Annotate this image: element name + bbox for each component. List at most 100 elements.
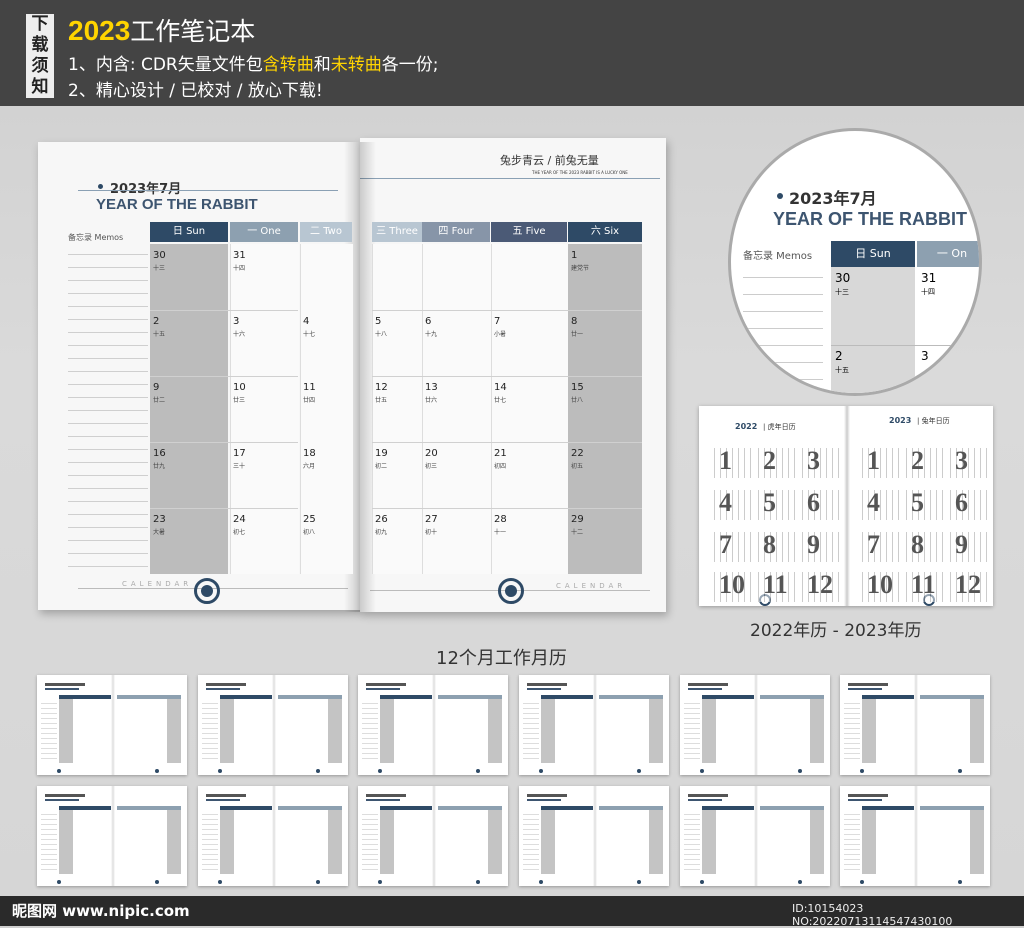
thumb-ring — [637, 880, 641, 884]
thumb-grey-column — [59, 810, 73, 874]
row-rule — [372, 376, 642, 377]
month-thumbnail[interactable] — [680, 786, 830, 886]
month-day-dots — [947, 448, 989, 478]
month-day-dots — [903, 532, 945, 562]
month-number: 11 — [763, 570, 788, 599]
day-number[interactable]: 13 — [425, 382, 438, 393]
day-number[interactable]: 19 — [375, 448, 388, 459]
month-day-dots — [711, 490, 753, 520]
banner-title-year: 2023 — [68, 15, 131, 46]
lunar-date: 十二 — [571, 529, 584, 536]
day-number[interactable]: 18 — [303, 448, 316, 459]
year-month-block: 10 — [711, 566, 753, 604]
lunar-date: 初三 — [425, 463, 438, 470]
zoom-memo-label: 备忘录 Memos — [743, 251, 813, 262]
banner-title-rest: 工作笔记本 — [130, 17, 256, 46]
month-thumbnail[interactable] — [198, 675, 348, 775]
month-number: 3 — [807, 446, 820, 475]
day-number[interactable]: 17 — [233, 448, 246, 459]
thumb-grey-column — [167, 699, 181, 763]
month-number: 5 — [763, 488, 776, 517]
lunar-date: 初八 — [303, 529, 316, 536]
day-number[interactable]: 9 — [153, 382, 159, 393]
thumb-subtitle — [688, 688, 722, 690]
zoom-detail-circle: 2023年7月 YEAR OF THE RABBIT 备忘录 Memos 日 S… — [728, 128, 982, 396]
month-thumbnail[interactable] — [840, 675, 990, 775]
day-number[interactable]: 11 — [303, 382, 316, 393]
month-thumbnail[interactable] — [37, 675, 187, 775]
day-number[interactable]: 5 — [375, 316, 381, 327]
day-number[interactable]: 30 — [153, 250, 166, 261]
day-number[interactable]: 20 — [425, 448, 438, 459]
image-id: ID:10154023 NO:20220713114547430100 — [792, 902, 953, 928]
month-thumbnail[interactable] — [358, 786, 508, 886]
day-number[interactable]: 16 — [153, 448, 166, 459]
thumb-subtitle — [527, 688, 561, 690]
memo-lines[interactable] — [68, 242, 148, 578]
month-thumbnail[interactable] — [840, 786, 990, 886]
thumb-memo-lines — [523, 810, 539, 870]
month-number: 2 — [763, 446, 776, 475]
thumb-grey-column — [488, 699, 502, 763]
yc-spine — [844, 406, 850, 606]
thumb-grey-column — [59, 699, 73, 763]
day-number[interactable]: 29 — [571, 514, 584, 525]
thumb-title — [45, 794, 85, 797]
thumb-title — [366, 683, 406, 686]
day-number[interactable]: 3 — [233, 316, 239, 327]
thumb-spine — [272, 675, 276, 775]
zoom-day: 31 — [921, 271, 937, 285]
thumb-grey-column — [970, 699, 984, 763]
month-thumbnail[interactable] — [358, 675, 508, 775]
weekday-header: 六 Six — [568, 222, 642, 242]
day-number[interactable]: 21 — [494, 448, 507, 459]
day-number[interactable]: 4 — [303, 316, 309, 327]
day-number[interactable]: 25 — [303, 514, 316, 525]
day-number[interactable]: 6 — [425, 316, 431, 327]
zoom-row-rule — [831, 345, 979, 346]
lunar-date: 初七 — [233, 529, 246, 536]
month-thumbnail[interactable] — [198, 786, 348, 886]
thumb-grey-column — [328, 699, 342, 763]
day-number[interactable]: 2 — [153, 316, 159, 327]
thumb-subtitle — [366, 688, 400, 690]
day-number[interactable]: 15 — [571, 382, 584, 393]
thumb-ring — [539, 880, 543, 884]
day-number[interactable]: 31 — [233, 250, 246, 261]
thumb-grey-column — [380, 810, 394, 874]
month-day-dots — [903, 490, 945, 520]
lunar-date: 廿八 — [571, 397, 584, 404]
day-number[interactable]: 14 — [494, 382, 507, 393]
month-thumbnail[interactable] — [519, 675, 669, 775]
month-number: 12 — [807, 570, 833, 599]
row-rule — [150, 310, 298, 311]
thumb-memo-lines — [362, 699, 378, 759]
lunar-date: 六月 — [303, 463, 316, 470]
day-number[interactable]: 28 — [494, 514, 507, 525]
day-number[interactable]: 24 — [233, 514, 246, 525]
thumb-grey-column — [541, 810, 555, 874]
day-number[interactable]: 7 — [494, 316, 500, 327]
row-rule — [372, 310, 642, 311]
year-month-block: 7 — [859, 526, 901, 564]
day-number[interactable]: 8 — [571, 316, 577, 327]
month-thumbnail[interactable] — [680, 675, 830, 775]
month-thumbnail[interactable] — [37, 786, 187, 886]
thumb-subtitle — [206, 799, 240, 801]
day-number[interactable]: 1 — [571, 250, 577, 261]
day-number[interactable]: 23 — [153, 514, 166, 525]
thumb-grey-column — [702, 810, 716, 874]
month-day-dots — [859, 448, 901, 478]
day-number[interactable]: 27 — [425, 514, 438, 525]
thumb-ring — [378, 880, 382, 884]
thumb-ring — [798, 769, 802, 773]
day-number[interactable]: 22 — [571, 448, 584, 459]
lunar-date: 初五 — [571, 463, 584, 470]
footer-ring-center — [505, 585, 517, 597]
day-number[interactable]: 10 — [233, 382, 246, 393]
day-number[interactable]: 12 — [375, 382, 388, 393]
title-dot — [98, 184, 103, 189]
month-thumbnail[interactable] — [519, 786, 669, 886]
day-number[interactable]: 26 — [375, 514, 388, 525]
weekday-header: 二 Two — [300, 222, 352, 242]
